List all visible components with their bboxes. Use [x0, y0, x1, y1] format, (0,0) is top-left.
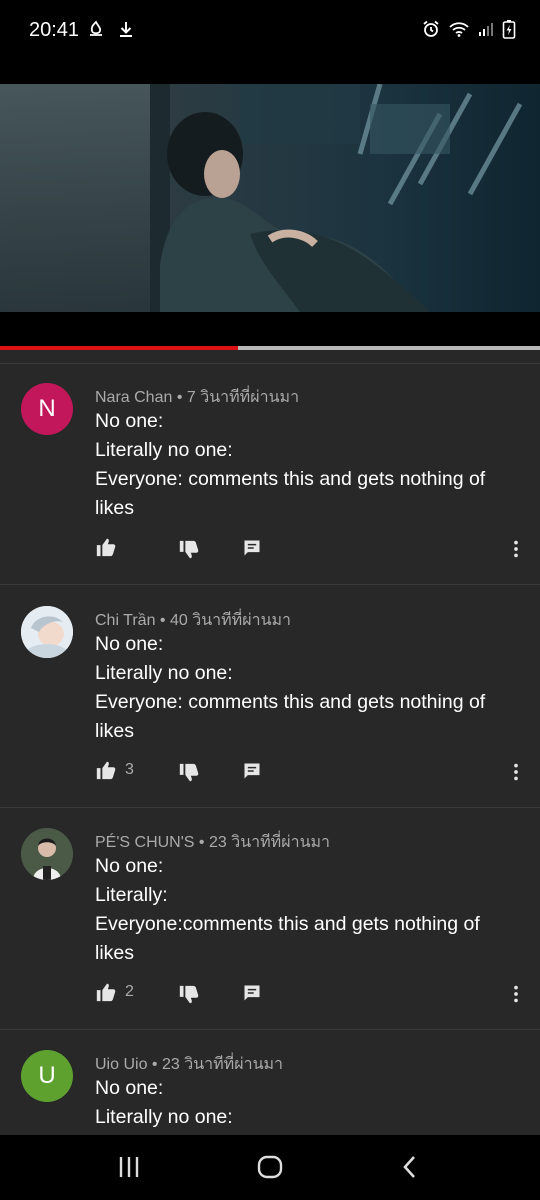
avatar-photo [21, 828, 73, 880]
comment-time: 7 วินาทีที่ผ่านมา [186, 389, 300, 406]
more-vert-icon [505, 761, 527, 783]
comment-author[interactable]: PÉ'S CHUN'S [95, 834, 194, 851]
comment-time: 23 วินาทีที่ผ่านมา [161, 1056, 284, 1073]
comment-text: No one: Literally: Everyone:comments this … [95, 852, 515, 968]
more-options-button[interactable] [505, 761, 527, 783]
like-count: 2 [125, 983, 134, 1000]
comment-text-line: No one: [95, 633, 164, 655]
reply-button[interactable] [242, 983, 262, 1003]
dislike-button[interactable] [178, 762, 200, 784]
avatar-letter: U [38, 1062, 56, 1089]
comment-text-line: No one: [95, 1077, 164, 1099]
thumbs-up-icon [95, 536, 117, 558]
separator-dot: • [147, 1056, 162, 1073]
comment-text: No one: Literally no one: Everyone: commen… [95, 630, 515, 746]
separator-dot: • [172, 389, 187, 406]
separator-dot: • [155, 612, 170, 629]
comment-text-line: Literally no one: [95, 1106, 233, 1128]
avatar[interactable] [21, 828, 73, 880]
dislike-button[interactable] [178, 984, 200, 1006]
comment-item: Chi Trần • 40 วินาทีที่ผ่านมา No one: Lite… [0, 586, 540, 808]
reply-icon [242, 761, 262, 781]
comment-item: U Uio Uio • 23 วินาทีที่ผ่านมา No one: Lite… [0, 1030, 540, 1135]
thumbs-down-icon [178, 539, 200, 561]
comment-author[interactable]: Nara Chan [95, 389, 172, 406]
comments-list: N Nara Chan • 7 วินาทีที่ผ่านมา No one: Lit… [0, 350, 540, 1135]
more-options-button[interactable] [505, 983, 527, 1005]
separator-dot: • [194, 834, 209, 851]
thumbs-up-icon [95, 981, 117, 1003]
comment-item: PÉ'S CHUN'S • 23 วินาทีที่ผ่านมา No one: L… [0, 808, 540, 1030]
comment-text-line: Literally no one: [95, 439, 233, 461]
comment-text-line: No one: [95, 410, 164, 432]
reply-icon [242, 538, 262, 558]
more-vert-icon [505, 538, 527, 560]
comment-text-line: Literally no one: [95, 662, 233, 684]
reply-button[interactable] [242, 761, 262, 781]
comment-author[interactable]: Uio Uio [95, 1056, 147, 1073]
comment-actions: 2 [0, 981, 540, 1011]
status-left-icons [86, 19, 136, 44]
thumbs-up-icon [95, 759, 117, 781]
battery-charging-icon [502, 19, 516, 44]
comment-text-line: Everyone: comments this and gets nothing… [95, 468, 486, 490]
comment-text: No one: Literally no one: Everyone: commen… [95, 407, 515, 523]
download-icon [116, 19, 136, 44]
comment-text-line: No one: [95, 855, 164, 877]
video-player[interactable] [0, 84, 540, 312]
avatar[interactable] [21, 606, 73, 658]
notification-icon [86, 19, 106, 44]
status-bar: 20:41 [0, 0, 540, 62]
like-button[interactable] [95, 536, 117, 558]
comment-time: 40 วินาทีที่ผ่านมา [169, 612, 292, 629]
comment-text-line: likes [95, 720, 135, 742]
avatar-photo [21, 606, 73, 658]
wifi-icon [448, 19, 470, 44]
comment-actions [0, 536, 540, 566]
avatar-letter: N [38, 395, 56, 422]
avatar[interactable]: N [21, 383, 73, 435]
comment-author[interactable]: Chi Trần [95, 612, 155, 629]
home-icon[interactable] [257, 1155, 283, 1184]
comment-text-line: Everyone:comments this and gets nothing … [95, 913, 480, 935]
comment-item: N Nara Chan • 7 วินาทีที่ผ่านมา No one: Lit… [0, 363, 540, 585]
signal-icon [477, 19, 495, 44]
comment-time: 23 วินาทีที่ผ่านมา [208, 834, 331, 851]
divider [0, 584, 540, 585]
reply-icon [242, 983, 262, 1003]
comment-text: No one: Literally no one: [95, 1074, 515, 1132]
comment-text-line: Everyone: comments this and gets nothing… [95, 691, 486, 713]
comment-text-line: likes [95, 497, 135, 519]
video-frame [0, 84, 540, 312]
comment-actions: 3 [0, 759, 540, 789]
video-letterbox [0, 312, 540, 346]
thumbs-down-icon [178, 984, 200, 1006]
thumbs-down-icon [178, 762, 200, 784]
comment-text-line: Literally: [95, 884, 168, 906]
status-time: 20:41 [29, 19, 80, 41]
like-count: 3 [125, 761, 134, 778]
like-button[interactable]: 2 [95, 981, 134, 1003]
dislike-button[interactable] [178, 539, 200, 561]
like-button[interactable]: 3 [95, 759, 134, 781]
alarm-icon [421, 19, 441, 44]
avatar[interactable]: U [21, 1050, 73, 1102]
reply-button[interactable] [242, 538, 262, 558]
more-options-button[interactable] [505, 538, 527, 560]
back-icon[interactable] [400, 1155, 420, 1184]
status-right-icons [421, 19, 516, 44]
comment-text-line: likes [95, 942, 135, 964]
more-vert-icon [505, 983, 527, 1005]
recent-apps-icon[interactable] [117, 1155, 141, 1184]
navigation-bar [0, 1135, 540, 1200]
